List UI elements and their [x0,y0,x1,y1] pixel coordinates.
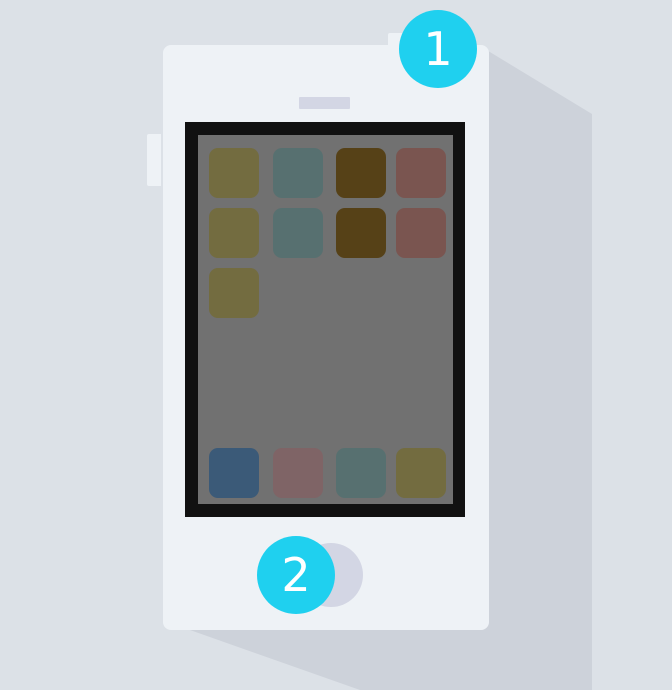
callout-badge-2: 2 [257,536,335,614]
dock-icon-blue [209,448,259,498]
dock-icon-olive [396,448,446,498]
callout-badge-1: 1 [399,10,477,88]
app-icon-rust [396,208,446,258]
side-button [147,134,161,186]
phone-screen [198,135,453,504]
app-icon-brown [336,148,386,198]
app-icon-olive [209,148,259,198]
dock-icon-teal [336,448,386,498]
dock-icon-mauve [273,448,323,498]
app-icon-teal [273,208,323,258]
phone-diagram: 1 2 [0,0,672,690]
app-icon-olive [209,268,259,318]
app-icon-brown [336,208,386,258]
app-icon-olive [209,208,259,258]
app-icon-rust [396,148,446,198]
app-icon-teal [273,148,323,198]
speaker-grille [299,97,350,109]
